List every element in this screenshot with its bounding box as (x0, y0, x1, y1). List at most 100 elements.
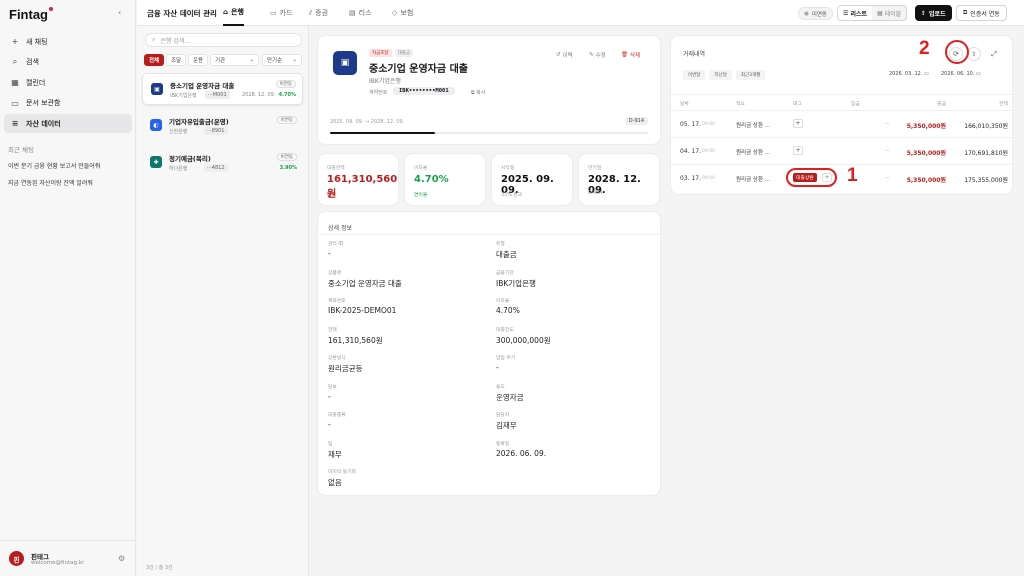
date-to-input[interactable]: 2026. 06. 10. ▭ (941, 71, 981, 77)
stat-label: 이자율 (414, 166, 428, 171)
logo[interactable]: Fintag (9, 7, 53, 22)
field-label: 납입 주기 (496, 356, 516, 361)
history-button[interactable]: ↺ 이력 (556, 51, 573, 59)
search-icon: ⌕ (152, 36, 156, 43)
sidebar-item-0[interactable]: + 새 채팅 (4, 32, 132, 51)
search-input[interactable]: ⌕ 은행 검색... (145, 33, 302, 47)
recent-chat-item[interactable]: 이번 분기 금융 현황 보고서 만들어줘 (8, 161, 100, 170)
detail-info-title: 상세 정보 (328, 225, 352, 232)
calendar-icon: ▭ (976, 71, 981, 77)
account-bank: IBK기업은행 (170, 93, 197, 99)
cert-connect-button[interactable]: ⧉ 인증서 연동 (956, 5, 1007, 21)
tx-balance: 170,691,810원 (964, 150, 1008, 157)
field-value: 재무 (328, 449, 342, 459)
calendar-icon: ▦ (11, 78, 19, 87)
sort-select[interactable]: 만기순 ⌄ (262, 54, 302, 66)
chart-icon: ⫽ (309, 8, 313, 17)
edit-icon: ✎ (589, 52, 594, 58)
profile: 핀 핀태그 welcome@fintag.kr ⚙ (0, 540, 136, 576)
export-icon[interactable]: ⇪ (967, 47, 981, 61)
tx-balance: 175,355,000원 (964, 177, 1008, 184)
column-header: 잔액 (999, 102, 1008, 107)
expand-icon[interactable]: ⤢ (987, 47, 1001, 61)
sidebar-item-3[interactable]: ▭ 문서 보관함 (4, 94, 132, 113)
filter-operation[interactable]: 운용 (188, 54, 209, 66)
account-name: 기업자유입출금(운영) (169, 118, 229, 126)
field-label: 마지막 동기화 (328, 470, 357, 475)
tab-3[interactable]: ▤ 리스 (349, 0, 372, 26)
copy-icon: ⧉ (471, 90, 475, 96)
tab-4[interactable]: ◇ 보험 (392, 0, 413, 26)
field-label: 상환방식 (328, 356, 346, 361)
bank-logo-icon: ▣ (151, 83, 163, 95)
avatar[interactable]: 핀 (9, 551, 24, 566)
account-rate: 4.70% (278, 92, 296, 98)
field-value: 김재무 (496, 421, 517, 430)
settings-gear-icon[interactable]: ⚙ (118, 554, 125, 563)
transaction-row[interactable]: 05. 17. 09:00 원리금 상환 ... + — 5,350,000원 166,01… (671, 110, 1012, 137)
field-label: 금융기관 (496, 270, 514, 276)
range-3-months[interactable]: 최근3개월 (735, 70, 766, 80)
range-last-month[interactable]: 지난달 (709, 70, 732, 80)
tab-2[interactable]: ⫽ 증권 (309, 0, 328, 26)
account-item[interactable]: ✚ 정기예금(복리) 하나은행 ···4812 비연동 3.90% (142, 147, 303, 179)
account-status-badge: 비연동 (275, 80, 296, 88)
recent-chat-item[interactable]: 지금 연동된 자산이랑 잔액 알려줘 (8, 178, 93, 187)
field-label: 관리 ID (328, 242, 344, 247)
tx-time: 09:00 (702, 122, 715, 127)
add-tag-icon[interactable]: + (793, 119, 803, 128)
filter-institution-select[interactable]: 기관 ⌄ (210, 54, 259, 66)
sidebar-item-4[interactable]: ≡ 자산 데이터 (4, 114, 132, 133)
sidebar-item-label: 자산 데이터 (26, 119, 61, 128)
trash-icon: 🗑 (621, 52, 628, 58)
bank-logo-icon: ✚ (150, 156, 162, 168)
account-status-badge: 비연동 (276, 153, 297, 161)
sidebar-item-2[interactable]: ▦ 캘린더 (4, 73, 132, 92)
field-label: 용도 (496, 384, 505, 390)
account-item[interactable]: ◐ 기업자유입출금(운영) 신한은행 ···8901 비연동 (142, 110, 303, 142)
view-table-button[interactable]: ▦ 테이블 (872, 6, 906, 20)
tab-0[interactable]: ⌂ 은행 (223, 0, 244, 26)
transaction-row[interactable]: 04. 17. 09:00 원리금 상환 ... + — 5,350,000원 170,69… (671, 137, 1012, 164)
upload-button[interactable]: ⇪ 업로드 (915, 5, 952, 21)
delete-button[interactable]: 🗑 삭제 (621, 51, 640, 59)
tx-time: 09:00 (702, 149, 715, 154)
edit-button[interactable]: ✎ 수정 (589, 51, 606, 59)
column-header: 태그 (793, 102, 802, 107)
transaction-row[interactable]: 03. 17. 09:00 원리금 상환 ... 대출상환 +1—5,350,000원 1… (671, 164, 1012, 191)
lease-icon: ▤ (349, 9, 356, 17)
sidebar: Fintag ‹ + 새 채팅 ⌕ 검색 ▦ 캘린더 ▭ 문서 보관함 ≡ 자산 데이터 최근 채… (0, 0, 136, 576)
range-this-month[interactable]: 이번달 (683, 70, 706, 80)
field-label: 등록일 (496, 441, 510, 447)
field-value: 운영자금 (496, 392, 524, 402)
field-label: 대출한도 (496, 327, 514, 333)
collapse-sidebar-icon[interactable]: ‹ (118, 8, 121, 17)
stat-card: 시작일 2025. 09. 09. 33% 경과 (492, 154, 572, 205)
filter-funding[interactable]: 조달 (166, 54, 187, 66)
transactions-title: 거래내역 (683, 51, 706, 58)
field-value: 4.70% (496, 306, 520, 315)
tab-label: 리스 (358, 9, 372, 17)
date-from-input[interactable]: 2026. 03. 12. ▭ (889, 71, 929, 77)
add-tag-icon[interactable]: + (793, 146, 803, 155)
list-count: 3건 / 총 3건 (146, 565, 173, 571)
account-item[interactable]: ▣ 중소기업 운영자금 대출 IBK기업은행 ···M001 비연동 2028. 12. … (142, 73, 303, 105)
stat-sub: 33% 경과 (501, 193, 523, 198)
transactions-card: 거래내역 ⟳ ⇪ ⤢ 2 이번달 지난달 최근3개월 2026. 03. 12.… (671, 36, 1012, 194)
account-number: ···4812 (204, 164, 228, 172)
sidebar-item-1[interactable]: ⌕ 검색 (4, 53, 132, 72)
field-value: 대출금 (496, 250, 517, 259)
copy-button[interactable]: ⧉ 복사 (471, 89, 485, 96)
tab-1[interactable]: ▭ 카드 (270, 0, 293, 26)
filter-all[interactable]: 전체 (144, 54, 165, 66)
account-list-panel: ⌕ 은행 검색... 전체 조달 운용 기관 ⌄ 만기순 ⌄ ▣ 중소기업 운영자금 대… (137, 26, 309, 576)
bank-logo-icon: ◐ (150, 119, 162, 131)
chevron-down-icon: ⌄ (249, 57, 254, 63)
annotation-circle-2 (945, 40, 969, 64)
sidebar-item-label: 검색 (26, 58, 39, 66)
bank-icon: ⌂ (223, 8, 229, 16)
stat-value: 161,310,560원 (327, 174, 398, 200)
tx-memo: 원리금 상환 ... (736, 123, 771, 129)
tx-out: 5,350,000원 (906, 123, 946, 130)
view-list-button[interactable]: ☰ 리스트 (838, 6, 873, 20)
